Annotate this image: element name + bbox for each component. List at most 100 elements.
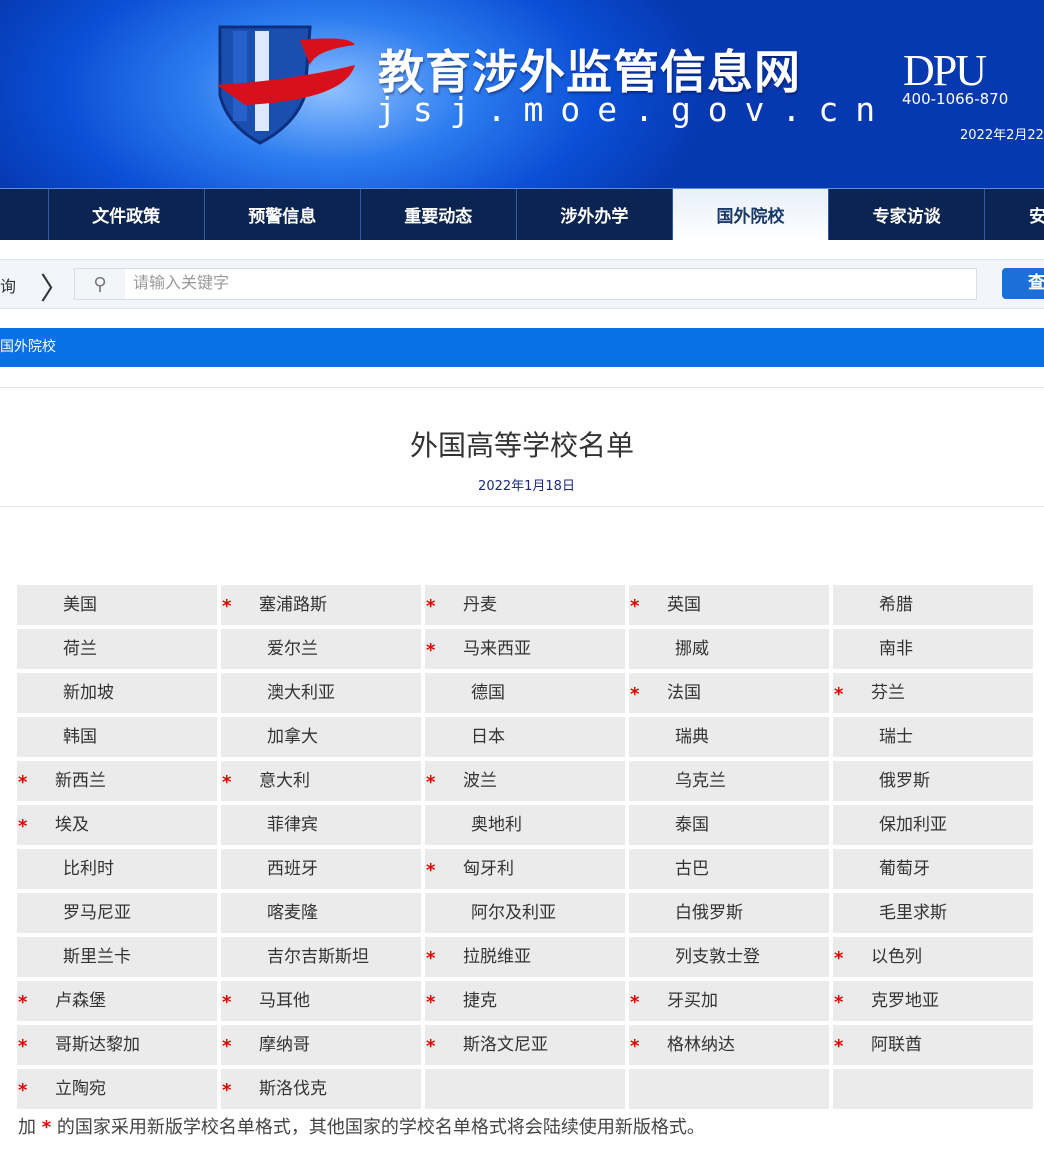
country-name[interactable]: 列支敦士登 [675, 937, 760, 977]
country-cell[interactable]: * 牙买加 [629, 981, 829, 1021]
country-name[interactable]: 法国 [667, 673, 701, 713]
country-name[interactable]: 埃及 [55, 805, 89, 845]
country-name[interactable]: 卢森堡 [55, 981, 106, 1021]
country-name[interactable]: 德国 [471, 673, 505, 713]
country-name[interactable]: 英国 [667, 585, 701, 625]
country-cell[interactable]: * 立陶宛 [17, 1069, 217, 1109]
country-name[interactable]: 比利时 [63, 849, 114, 889]
nav-item-warnings[interactable]: 预警信息 [203, 189, 360, 240]
country-name[interactable]: 意大利 [259, 761, 310, 801]
country-cell[interactable]: 泰国 [629, 805, 829, 845]
country-cell[interactable]: * 马耳他 [221, 981, 421, 1021]
country-name[interactable]: 马来西亚 [463, 629, 531, 669]
country-cell[interactable]: 新加坡 [17, 673, 217, 713]
country-cell[interactable]: 澳大利亚 [221, 673, 421, 713]
country-name[interactable]: 南非 [879, 629, 913, 669]
country-cell[interactable]: * 丹麦 [425, 585, 625, 625]
country-name[interactable]: 牙买加 [667, 981, 718, 1021]
country-cell[interactable]: 德国 [425, 673, 625, 713]
nav-item-foreign-education[interactable]: 涉外办学 [515, 189, 672, 240]
country-name[interactable]: 白俄罗斯 [675, 893, 743, 933]
country-cell[interactable]: * 塞浦路斯 [221, 585, 421, 625]
country-cell[interactable]: 吉尔吉斯斯坦 [221, 937, 421, 977]
country-cell[interactable]: * 新西兰 [17, 761, 217, 801]
country-cell[interactable]: * 匈牙利 [425, 849, 625, 889]
country-name[interactable]: 挪威 [675, 629, 709, 669]
country-name[interactable]: 葡萄牙 [879, 849, 930, 889]
country-cell[interactable]: 爱尔兰 [221, 629, 421, 669]
country-cell[interactable]: * 芬兰 [833, 673, 1033, 713]
country-cell[interactable]: 瑞典 [629, 717, 829, 757]
country-name[interactable]: 斯洛文尼亚 [463, 1025, 548, 1065]
search-button[interactable]: 查 [1002, 268, 1044, 299]
country-name[interactable]: 乌克兰 [675, 761, 726, 801]
country-name[interactable]: 澳大利亚 [267, 673, 335, 713]
country-cell[interactable]: * 波兰 [425, 761, 625, 801]
country-cell[interactable]: 毛里求斯 [833, 893, 1033, 933]
country-name[interactable]: 哥斯达黎加 [55, 1025, 140, 1065]
country-cell[interactable]: 加拿大 [221, 717, 421, 757]
nav-item-more[interactable]: 安 [984, 189, 1044, 240]
country-cell[interactable]: 南非 [833, 629, 1033, 669]
country-cell[interactable]: * 卢森堡 [17, 981, 217, 1021]
country-name[interactable]: 西班牙 [267, 849, 318, 889]
country-name[interactable]: 格林纳达 [667, 1025, 735, 1065]
country-name[interactable]: 新加坡 [63, 673, 114, 713]
country-name[interactable]: 奥地利 [471, 805, 522, 845]
country-name[interactable]: 阿联酋 [871, 1025, 922, 1065]
country-name[interactable]: 以色列 [871, 937, 922, 977]
search-input[interactable] [125, 269, 976, 299]
country-cell[interactable]: 保加利亚 [833, 805, 1033, 845]
country-name[interactable]: 喀麦隆 [267, 893, 318, 933]
country-name[interactable]: 韩国 [63, 717, 97, 757]
dpu-logo[interactable]: DPU [903, 45, 987, 96]
country-cell[interactable]: * 以色列 [833, 937, 1033, 977]
country-cell[interactable]: 白俄罗斯 [629, 893, 829, 933]
country-cell[interactable]: 瑞士 [833, 717, 1033, 757]
country-cell[interactable]: 奥地利 [425, 805, 625, 845]
country-name[interactable]: 丹麦 [463, 585, 497, 625]
country-cell[interactable]: 古巴 [629, 849, 829, 889]
country-cell[interactable]: 罗马尼亚 [17, 893, 217, 933]
country-name[interactable]: 瑞典 [675, 717, 709, 757]
country-cell[interactable]: 日本 [425, 717, 625, 757]
country-cell[interactable]: 葡萄牙 [833, 849, 1033, 889]
country-name[interactable]: 捷克 [463, 981, 497, 1021]
country-cell[interactable]: * 法国 [629, 673, 829, 713]
country-cell[interactable]: 喀麦隆 [221, 893, 421, 933]
country-name[interactable]: 克罗地亚 [871, 981, 939, 1021]
country-cell[interactable]: * 阿联酋 [833, 1025, 1033, 1065]
country-cell[interactable]: 列支敦士登 [629, 937, 829, 977]
nav-item-policy[interactable]: 文件政策 [47, 189, 204, 240]
country-name[interactable]: 斯里兰卡 [63, 937, 131, 977]
country-cell[interactable]: 菲律宾 [221, 805, 421, 845]
country-name[interactable]: 立陶宛 [55, 1069, 106, 1109]
country-name[interactable]: 瑞士 [879, 717, 913, 757]
country-cell[interactable]: * 埃及 [17, 805, 217, 845]
country-name[interactable]: 吉尔吉斯斯坦 [267, 937, 369, 977]
country-name[interactable]: 马耳他 [259, 981, 310, 1021]
country-cell[interactable]: * 摩纳哥 [221, 1025, 421, 1065]
country-name[interactable]: 希腊 [879, 585, 913, 625]
country-name[interactable]: 塞浦路斯 [259, 585, 327, 625]
nav-item-foreign-schools[interactable]: 国外院校 [671, 189, 829, 240]
country-cell[interactable]: * 捷克 [425, 981, 625, 1021]
country-name[interactable]: 芬兰 [871, 673, 905, 713]
country-name[interactable]: 新西兰 [55, 761, 106, 801]
country-cell[interactable]: * 拉脱维亚 [425, 937, 625, 977]
country-cell[interactable]: 阿尔及利亚 [425, 893, 625, 933]
country-cell[interactable]: * 斯洛文尼亚 [425, 1025, 625, 1065]
country-cell[interactable]: * 马来西亚 [425, 629, 625, 669]
country-cell[interactable]: * 斯洛伐克 [221, 1069, 421, 1109]
country-cell[interactable]: 比利时 [17, 849, 217, 889]
country-name[interactable]: 美国 [63, 585, 97, 625]
country-cell[interactable]: * 哥斯达黎加 [17, 1025, 217, 1065]
country-name[interactable]: 斯洛伐克 [259, 1069, 327, 1109]
country-cell[interactable]: 俄罗斯 [833, 761, 1033, 801]
country-cell[interactable]: 乌克兰 [629, 761, 829, 801]
country-name[interactable]: 毛里求斯 [879, 893, 947, 933]
country-name[interactable]: 加拿大 [267, 717, 318, 757]
country-cell[interactable]: * 意大利 [221, 761, 421, 801]
country-cell[interactable]: 西班牙 [221, 849, 421, 889]
country-name[interactable]: 爱尔兰 [267, 629, 318, 669]
